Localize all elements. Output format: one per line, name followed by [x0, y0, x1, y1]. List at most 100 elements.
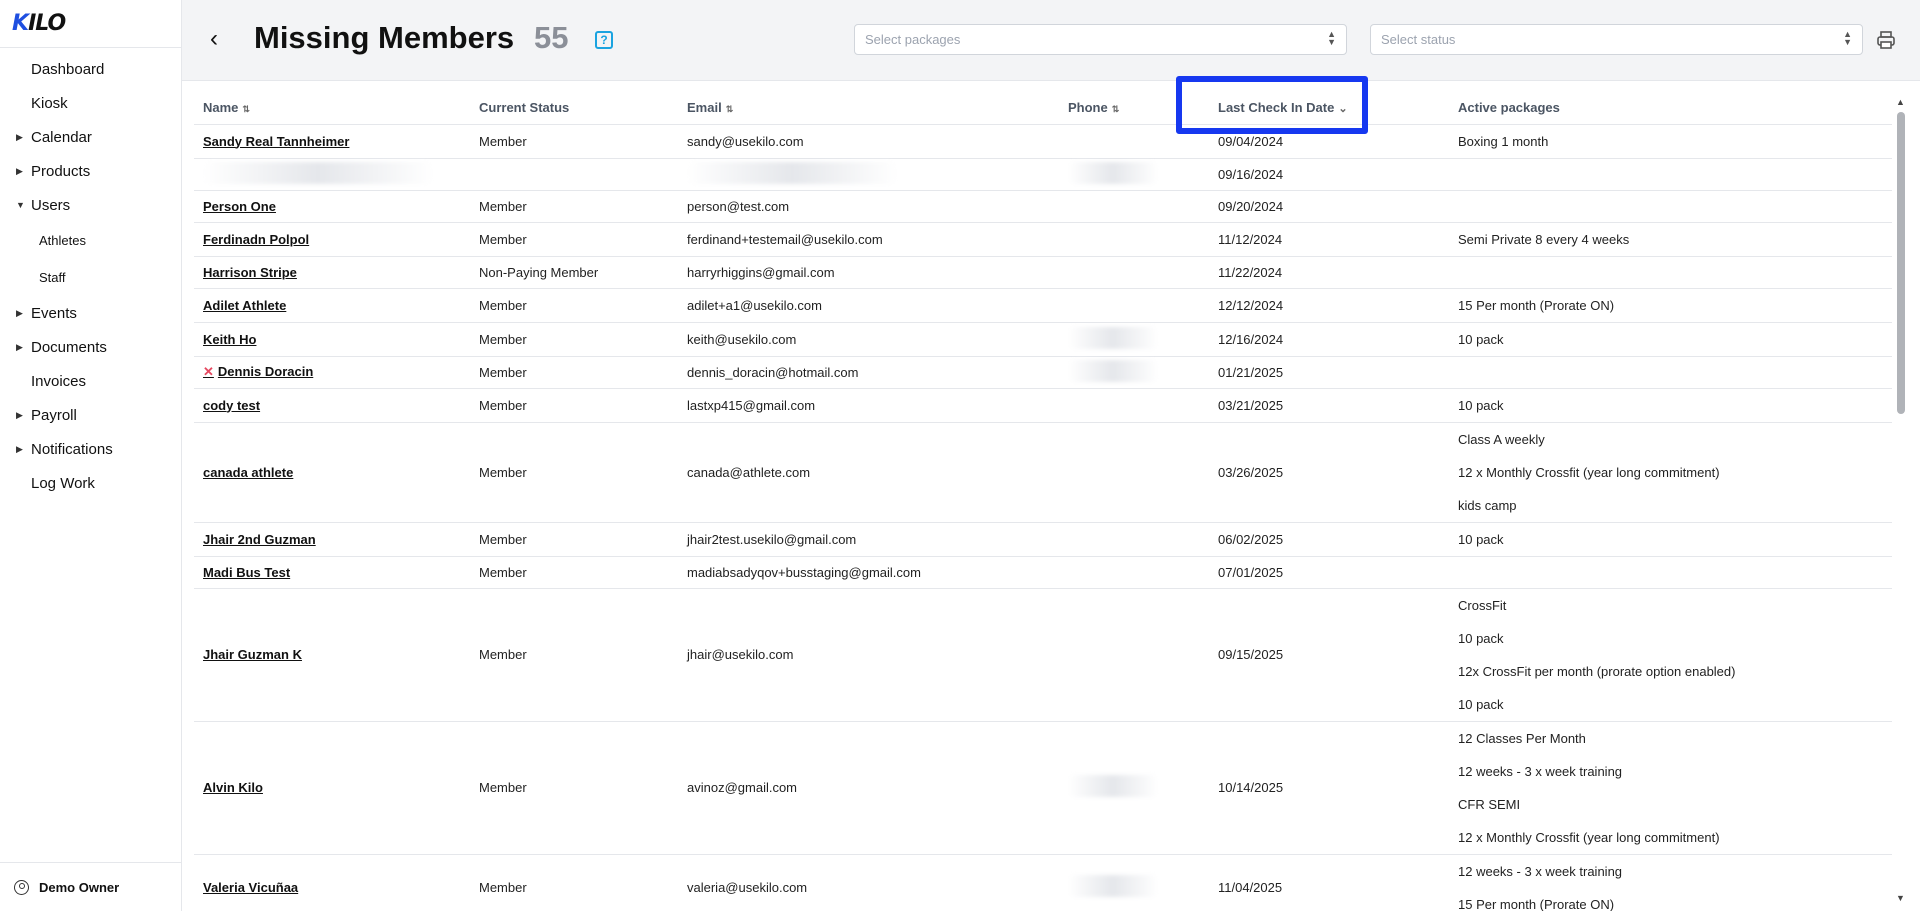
sidebar-item-events[interactable]: ▶ Events: [0, 296, 181, 330]
select-packages-dropdown[interactable]: Select packages ▲ ▼: [854, 24, 1347, 55]
member-name-link[interactable]: Alvin Kilo: [194, 720, 470, 854]
chevron-down-icon: ⌄: [1338, 103, 1348, 116]
member-email: sandy@usekilo.com: [678, 123, 1059, 158]
member-name-link[interactable]: Harrison Stripe: [194, 255, 470, 288]
member-phone: [1059, 255, 1209, 288]
member-name-link[interactable]: Madi Bus Test: [194, 555, 470, 588]
member-name-link[interactable]: Keith Ho: [194, 321, 470, 356]
member-status: Member: [470, 555, 678, 588]
member-name-link[interactable]: canada athlete: [194, 421, 470, 522]
sidebar-item-notifications[interactable]: ▶ Notifications: [0, 432, 181, 466]
package-item: 10 pack: [1458, 331, 1504, 347]
table-row[interactable]: canada athlete Member canada@athlete.com 03…: [194, 421, 1892, 522]
table-row[interactable]: 09/16/2024: [194, 157, 1892, 190]
active-packages: [1449, 189, 1892, 222]
sidebar-item-staff[interactable]: Staff: [0, 259, 181, 296]
caret-right-icon: ▶: [16, 341, 23, 352]
active-packages: [1449, 355, 1892, 388]
member-email: jhair2test.usekilo@gmail.com: [678, 521, 1059, 556]
table-row[interactable]: Jhair 2nd Guzman Member jhair2test.usekilo…: [194, 521, 1892, 556]
column-header-last-check-in[interactable]: Last Check In Date ⌄: [1209, 92, 1449, 124]
sidebar-item-calendar[interactable]: ▶ Calendar: [0, 120, 181, 154]
sidebar-item-invoices[interactable]: Invoices: [0, 364, 181, 398]
member-name-link[interactable]: Sandy Real Tannheimer: [194, 123, 470, 158]
member-status: [470, 157, 678, 190]
member-name-link[interactable]: Valeria Vicuñaa: [194, 853, 470, 911]
member-name-link[interactable]: Jhair 2nd Guzman: [194, 521, 470, 556]
member-name-link[interactable]: ✕ Dennis Doracin: [194, 355, 470, 388]
member-phone: [1059, 587, 1209, 721]
vertical-scrollbar[interactable]: ▲ ▼: [1894, 92, 1906, 903]
table-row[interactable]: Valeria Vicuñaa Member valeria@usekilo.com…: [194, 853, 1892, 911]
blurred-email: [687, 161, 897, 184]
select-packages-placeholder: Select packages: [865, 32, 961, 47]
member-name-link[interactable]: Jhair Guzman K: [194, 587, 470, 721]
user-circle-icon: [14, 879, 29, 895]
table-row[interactable]: cody test Member lastxp415@gmail.com 03/21/…: [194, 387, 1892, 422]
table-row[interactable]: Madi Bus Test Member madiabsadyqov+busstag…: [194, 555, 1892, 588]
active-packages: CrossFit 10 pack 12x CrossFit per month (p…: [1449, 587, 1892, 721]
print-icon[interactable]: [1876, 30, 1896, 50]
member-status: Member: [470, 355, 678, 388]
member-name-link[interactable]: Adilet Athlete: [194, 287, 470, 322]
blurred-phone: [1068, 359, 1158, 382]
back-arrow-icon[interactable]: ‹: [210, 27, 230, 51]
scrollbar-thumb[interactable]: [1897, 112, 1905, 414]
caret-right-icon: ▶: [16, 307, 23, 318]
table-row[interactable]: ✕ Dennis Doracin Member dennis_doracin@hotm…: [194, 355, 1892, 388]
active-packages: 12 Classes Per Month 12 weeks - 3 x week …: [1449, 720, 1892, 854]
table-row[interactable]: Harrison Stripe Non-Paying Member harryrhi…: [194, 255, 1892, 288]
blurred-name: [203, 161, 433, 184]
member-name-link[interactable]: Person One: [194, 189, 470, 222]
user-name: Demo Owner: [39, 879, 120, 895]
scroll-up-icon[interactable]: ▲: [1896, 97, 1905, 107]
sidebar-item-payroll[interactable]: ▶ Payroll: [0, 398, 181, 432]
column-header-phone[interactable]: Phone ⇅: [1059, 92, 1209, 124]
table-row[interactable]: Alvin Kilo Member avinoz@gmail.com 10/14/20…: [194, 720, 1892, 854]
member-name-link[interactable]: Ferdinadn Polpol: [194, 221, 470, 256]
last-check-in-date: 12/12/2024: [1209, 287, 1449, 322]
sidebar-item-products[interactable]: ▶ Products: [0, 154, 181, 188]
table-row[interactable]: Ferdinadn Polpol Member ferdinand+testemai…: [194, 221, 1892, 256]
table-row[interactable]: Keith Ho Member keith@usekilo.com 12/16/202…: [194, 321, 1892, 356]
member-name-link[interactable]: cody test: [194, 387, 470, 422]
active-packages: Semi Private 8 every 4 weeks: [1449, 221, 1892, 256]
blurred-phone: [1068, 326, 1158, 349]
last-check-in-date: 11/12/2024: [1209, 221, 1449, 256]
member-name-link[interactable]: [194, 157, 470, 190]
member-status: Member: [470, 321, 678, 356]
sidebar-item-users[interactable]: ▼ Users: [0, 188, 181, 222]
help-icon[interactable]: ?: [595, 31, 613, 49]
last-check-in-date: 09/16/2024: [1209, 157, 1449, 190]
scroll-down-icon[interactable]: ▼: [1896, 893, 1905, 903]
column-header-email[interactable]: Email ⇅: [678, 92, 1059, 124]
member-status: Member: [470, 521, 678, 556]
member-status: Non-Paying Member: [470, 255, 678, 288]
active-packages: 15 Per month (Prorate ON): [1449, 287, 1892, 322]
table-header-row: Name ⇅ Current Status Email ⇅ Phone ⇅ Last …: [194, 92, 1892, 124]
active-packages: [1449, 255, 1892, 288]
column-header-name[interactable]: Name ⇅: [194, 92, 470, 124]
sidebar-item-documents[interactable]: ▶ Documents: [0, 330, 181, 364]
column-header-active-packages: Active packages: [1458, 100, 1560, 116]
select-status-dropdown[interactable]: Select status ▲ ▼: [1370, 24, 1863, 55]
member-phone: [1059, 720, 1209, 854]
table-row[interactable]: Jhair Guzman K Member jhair@usekilo.com 09/…: [194, 587, 1892, 721]
last-check-in-date: 03/21/2025: [1209, 387, 1449, 422]
sidebar-nav: Dashboard Kiosk ▶ Calendar ▶ Products ▼ Use…: [0, 48, 181, 500]
sidebar-item-log-work[interactable]: Log Work: [0, 466, 181, 500]
member-phone: [1059, 555, 1209, 588]
sidebar-item-athletes[interactable]: Athletes: [0, 222, 181, 259]
user-menu[interactable]: Demo Owner: [0, 862, 181, 911]
active-packages: 10 pack: [1449, 387, 1892, 422]
table-row[interactable]: Person One Member person@test.com 09/20/202…: [194, 189, 1892, 222]
table-row[interactable]: Sandy Real Tannheimer Member sandy@usekilo…: [194, 123, 1892, 158]
member-email: jhair@usekilo.com: [678, 587, 1059, 721]
member-phone: [1059, 189, 1209, 222]
kilo-logo[interactable]: KILO: [0, 0, 181, 48]
table-row[interactable]: Adilet Athlete Member adilet+a1@usekilo.co…: [194, 287, 1892, 322]
blurred-phone: [1068, 161, 1158, 184]
chevron-updown-icon: ▲ ▼: [1327, 29, 1336, 47]
sidebar-item-dashboard[interactable]: Dashboard: [0, 52, 181, 86]
sidebar-item-kiosk[interactable]: Kiosk: [0, 86, 181, 120]
